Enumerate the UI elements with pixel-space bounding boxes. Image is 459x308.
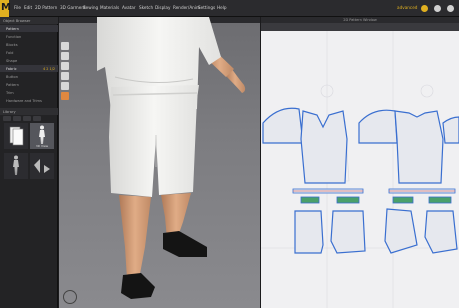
tree-item-hardware[interactable]: Hardware and Trims: [0, 97, 58, 104]
menu-2d-pattern[interactable]: 2D Pattern: [35, 5, 57, 10]
fabric-count: 4 2 1/2: [43, 66, 55, 71]
list-view-icon[interactable]: [33, 116, 41, 121]
viewport-2d[interactable]: 2D Pattern Window: [261, 17, 459, 308]
tree-item-pattern[interactable]: Pattern: [0, 25, 58, 32]
menu-render-anim[interactable]: Render/Anim: [173, 5, 200, 10]
menu-settings[interactable]: Settings: [198, 5, 215, 10]
pattern-canvas: [261, 31, 459, 308]
app-logo[interactable]: M: [0, 0, 11, 17]
pattern-piece-shorts-2[interactable]: [330, 210, 366, 254]
menu-materials[interactable]: Materials: [100, 5, 119, 10]
tree-item-trim[interactable]: Trim: [0, 89, 58, 96]
pattern-piece-shorts-3[interactable]: [384, 208, 418, 254]
forward-icon[interactable]: [13, 116, 21, 121]
tree-item-pattern-2[interactable]: Pattern: [0, 81, 58, 88]
library-item-3d-view[interactable]: 3D View: [30, 123, 54, 149]
pattern-piece-shorts-1[interactable]: [294, 210, 324, 254]
menu-3d-garment[interactable]: 3D Garment: [60, 5, 86, 10]
rotate-icon[interactable]: [61, 72, 69, 80]
menu-sewing[interactable]: Sewing: [83, 5, 98, 10]
shorts: [109, 85, 199, 197]
menu-edit[interactable]: Edit: [24, 5, 32, 10]
move-icon[interactable]: [61, 52, 69, 60]
tree-label: Shape: [6, 58, 18, 63]
grid-view-icon[interactable]: [23, 116, 31, 121]
pattern-piece-sleeve-left[interactable]: [262, 107, 304, 144]
right-shoe: [163, 231, 207, 257]
library-grid: 3D View: [0, 123, 58, 183]
tree-item-function[interactable]: Function: [0, 33, 58, 40]
tree-label: Button: [6, 74, 19, 79]
tree-item-fabric[interactable]: Fabric 4 2 1/2: [0, 65, 58, 72]
pattern-piece-sleeve-edge[interactable]: [442, 116, 459, 144]
avatar-3d-scene: [97, 17, 246, 299]
fold-icon[interactable]: [61, 92, 69, 100]
tree-label: Trim: [6, 90, 14, 95]
tree-label: Pattern: [6, 26, 19, 31]
menubar: M File Edit 2D Pattern 3D Garment Sewing…: [0, 0, 459, 17]
menu-file[interactable]: File: [14, 5, 21, 10]
menu-display[interactable]: Display: [155, 5, 170, 10]
sun-icon[interactable]: [421, 5, 428, 12]
menu-help[interactable]: Help: [217, 5, 227, 10]
tree-label: Hardware and Trims: [6, 98, 42, 103]
hanger-icon[interactable]: [30, 153, 54, 179]
user-mode-label[interactable]: advanced: [397, 5, 417, 10]
pattern-icon[interactable]: [4, 123, 28, 149]
pattern-piece-band-2[interactable]: [336, 196, 360, 204]
left-shoe: [121, 273, 155, 299]
menu-sketch[interactable]: Sketch: [139, 5, 153, 10]
tree-label: Function: [6, 34, 22, 39]
viewport-3d-toolbar: [61, 42, 71, 112]
tree-label: Pattern: [6, 82, 19, 87]
tree-item-button[interactable]: Button: [0, 73, 58, 80]
logo-glyph: M: [1, 2, 11, 13]
pattern-piece-sleeve-right[interactable]: [358, 109, 398, 144]
tree-item-fold[interactable]: Fold: [0, 49, 58, 56]
user-icon[interactable]: [447, 5, 454, 12]
library-toolbar: [3, 116, 55, 121]
left-panel: Object Browser Pattern Function Blocks F…: [0, 17, 58, 308]
viewport-3d[interactable]: 3D Garment: [59, 17, 260, 308]
pattern-piece-band-4[interactable]: [428, 196, 452, 204]
tree-item-blocks[interactable]: Blocks: [0, 41, 58, 48]
tree-label: Fold: [6, 50, 14, 55]
pin-icon[interactable]: [61, 62, 69, 70]
menu-avatar[interactable]: Avatar: [122, 5, 136, 10]
select-icon[interactable]: [61, 42, 69, 50]
pattern-piece-shorts-4[interactable]: [424, 210, 458, 254]
pattern-piece-band-1[interactable]: [300, 196, 320, 204]
tree-label: Blocks: [6, 42, 18, 47]
view-gizmo[interactable]: [63, 290, 77, 304]
tree-item-shape[interactable]: Shape: [0, 57, 58, 64]
warning-icon[interactable]: [434, 5, 441, 12]
tile-label: 3D View: [35, 144, 49, 148]
object-browser-title: Object Browser: [0, 17, 58, 24]
tree-label: Fabric: [6, 66, 17, 71]
pattern-piece-band-3[interactable]: [392, 196, 414, 204]
tack-icon[interactable]: [61, 82, 69, 90]
back-icon[interactable]: [3, 116, 11, 121]
library-title: Library: [0, 108, 58, 115]
left-leg: [119, 195, 151, 279]
pattern-toolbar: [261, 23, 459, 31]
pattern-piece-front[interactable]: [300, 110, 348, 184]
pattern-piece-back[interactable]: [394, 110, 444, 184]
avatar-standing-icon[interactable]: [4, 153, 28, 179]
